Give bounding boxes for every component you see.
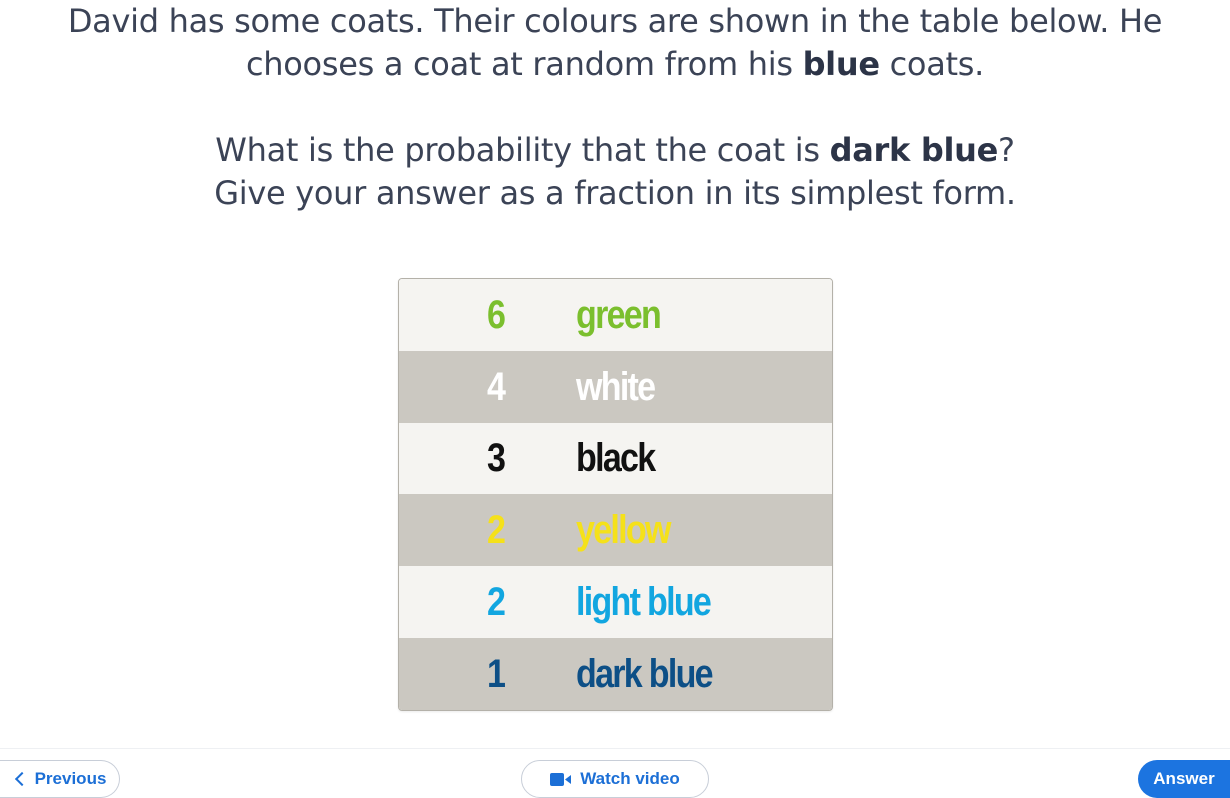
footer-divider [0,748,1230,749]
coat-colour-table: 6 green 4 white 3 black 2 yellow 2 light… [398,278,833,711]
coat-count: 4 [487,364,506,409]
coat-colour: black [576,436,656,481]
question-emphasis-blue: blue [802,45,880,83]
video-camera-icon [550,772,572,786]
question-line-2: chooses a coat at random from his blue c… [245,45,984,83]
table-row: 4 white [399,350,832,423]
table-row: 2 light blue [399,566,832,638]
watch-video-button[interactable]: Watch video [521,760,709,798]
table-row: 3 black [399,422,832,495]
previous-label: Previous [34,769,107,788]
question-line-3: What is the probability that the coat is… [215,131,1015,169]
answer-label: Answer [1153,769,1215,788]
table-row: 1 dark blue [399,637,832,710]
coat-count: 3 [487,436,506,481]
coat-colour: green [576,292,662,337]
coat-count: 1 [487,651,506,696]
coat-colour: light blue [576,580,712,625]
coat-colour: white [576,364,656,409]
coat-count: 2 [487,580,506,625]
previous-button[interactable]: Previous [0,760,120,798]
question-emphasis-dark-blue: dark blue [829,131,999,169]
table-row: 6 green [399,279,832,351]
watch-video-label: Watch video [580,769,680,788]
coat-count: 2 [487,508,506,553]
coat-count: 6 [487,292,506,337]
answer-button[interactable]: Answer [1138,760,1230,798]
question-line-4: Give your answer as a fraction in its si… [214,174,1016,212]
table-row: 2 yellow [399,494,832,567]
question-text: David has some coats. Their colours are … [0,0,1230,215]
chevron-left-icon [14,771,29,787]
coat-colour: yellow [576,508,671,553]
coat-colour: dark blue [576,651,714,696]
question-line-1: David has some coats. Their colours are … [67,2,1163,40]
